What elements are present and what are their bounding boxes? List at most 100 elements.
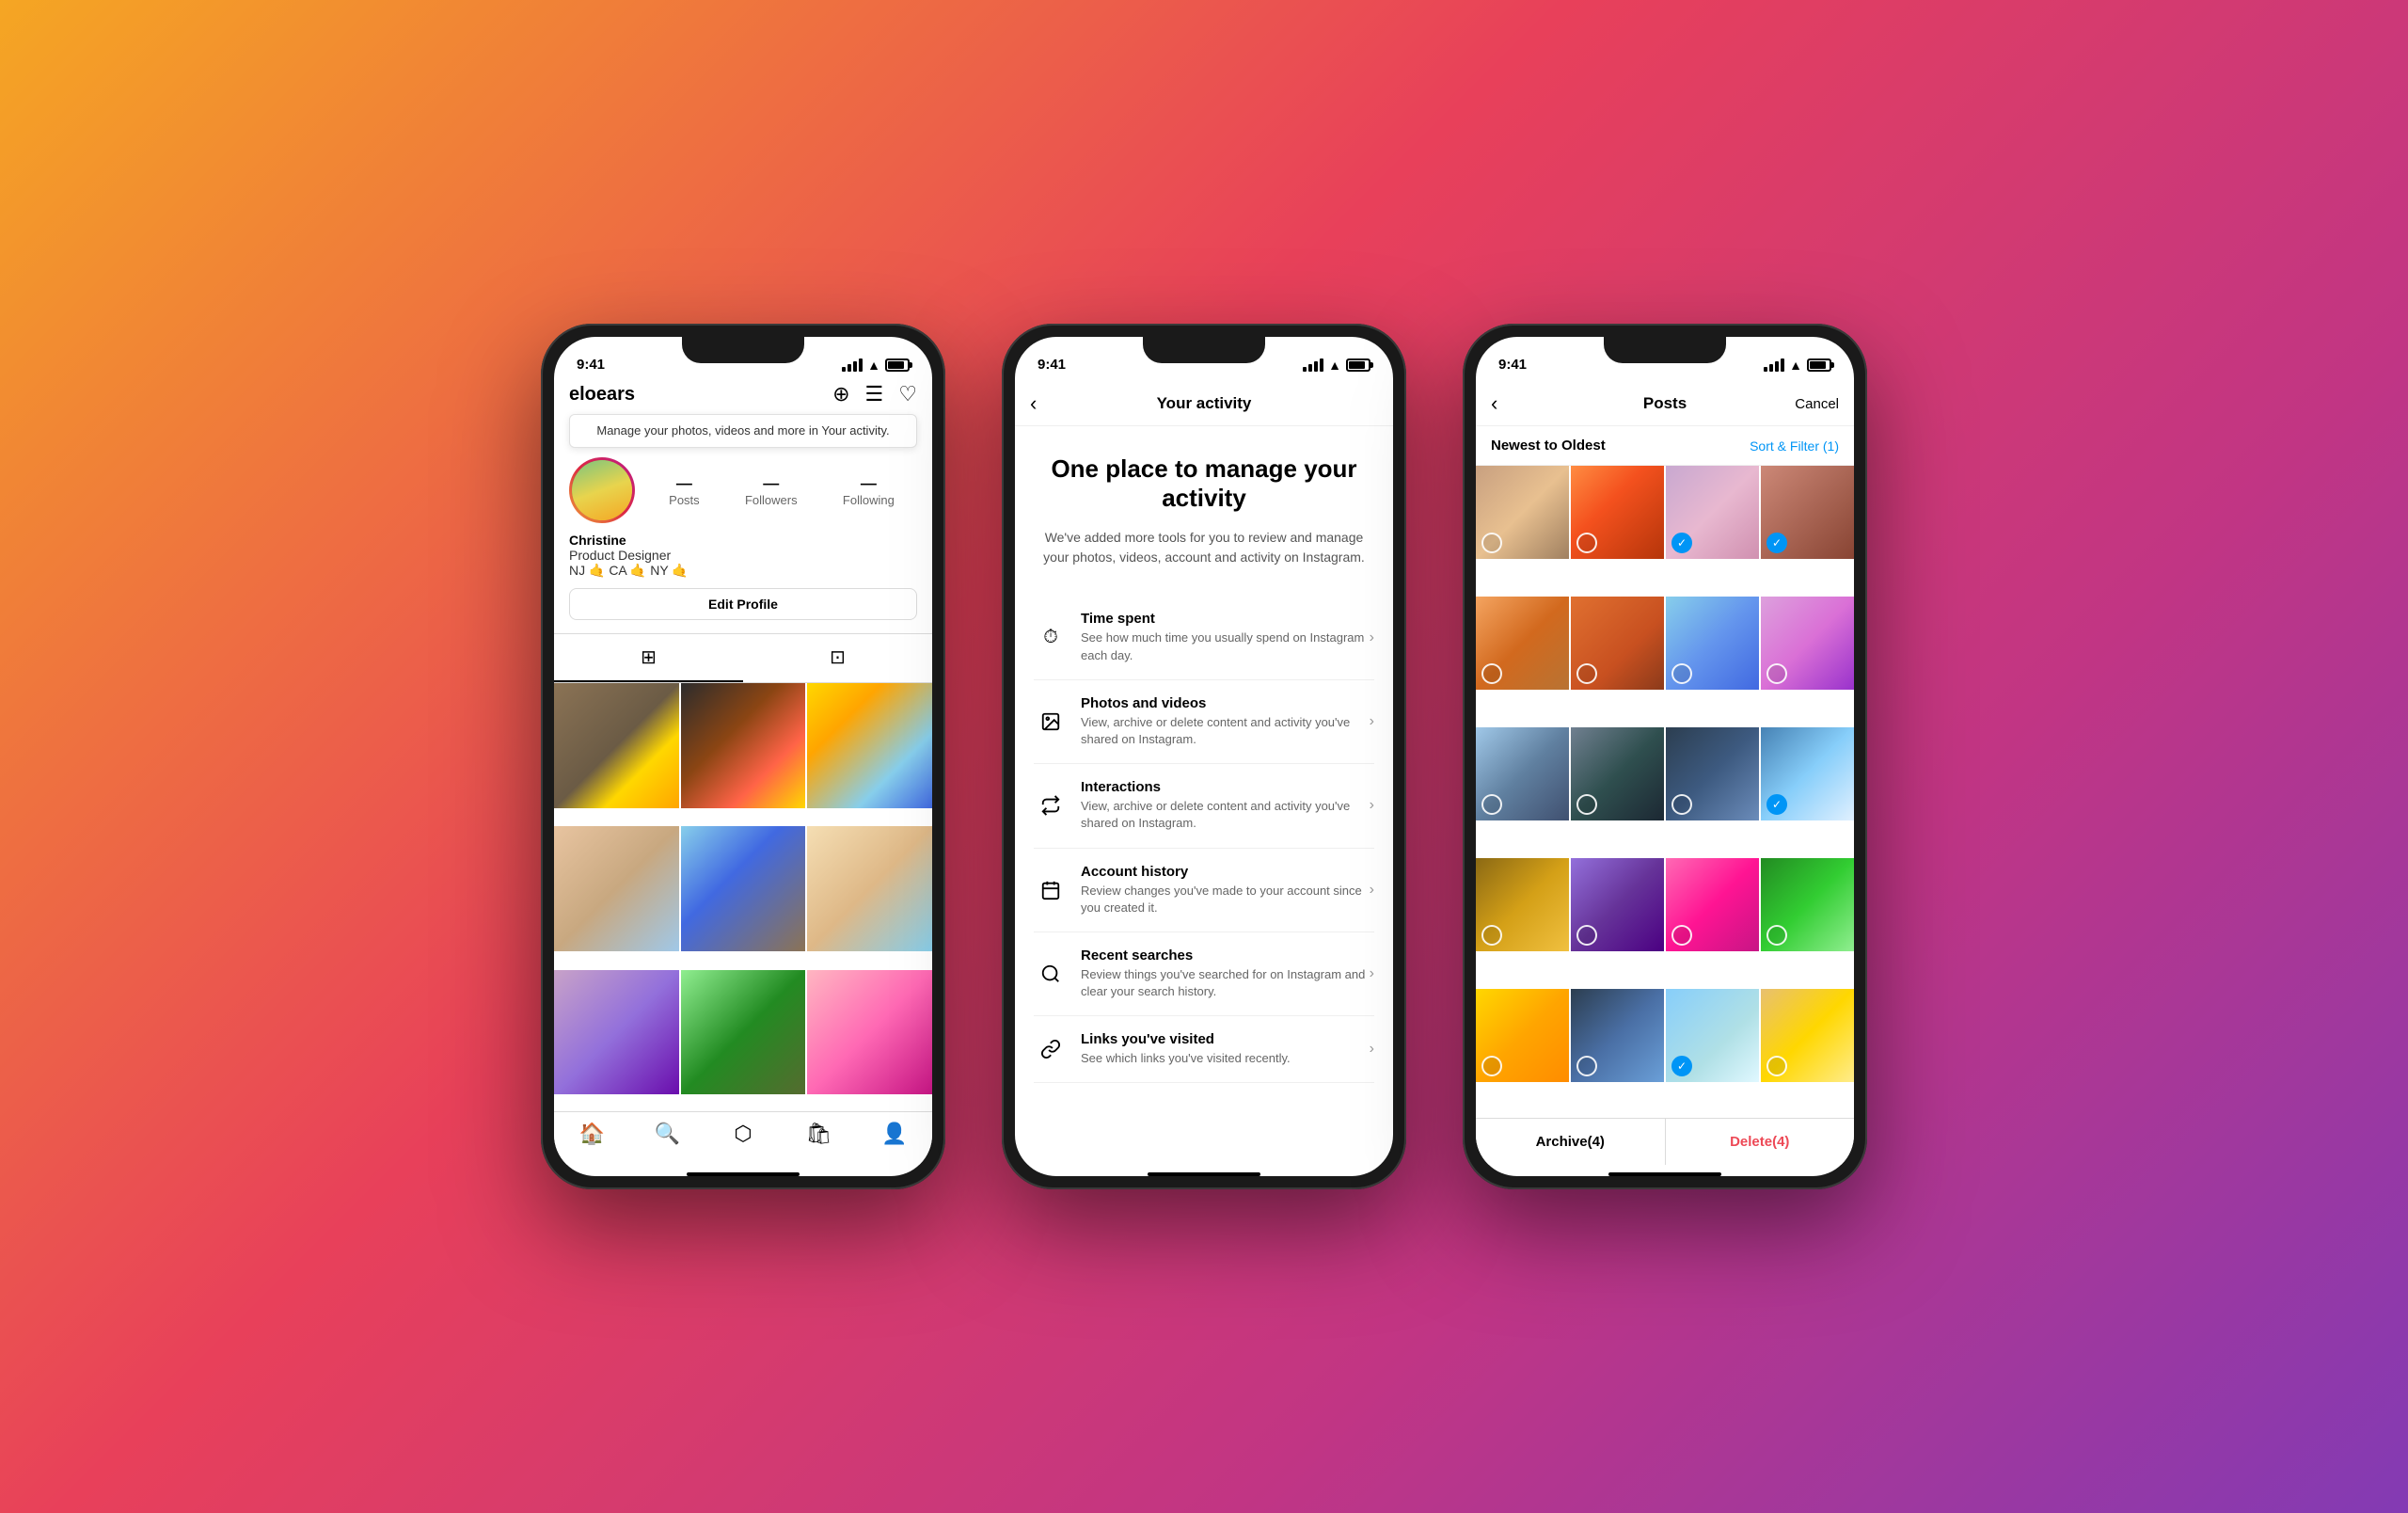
select-thumb-12[interactable]: ✓ xyxy=(1761,727,1854,820)
phone-3: 9:41 ▲ ‹ Posts Cancel Newest to xyxy=(1463,324,1867,1189)
select-circle-20 xyxy=(1766,1056,1787,1076)
post-thumb-7[interactable] xyxy=(554,970,679,1095)
archive-button[interactable]: Archive(4) xyxy=(1476,1119,1666,1165)
post-thumb-9[interactable] xyxy=(807,970,932,1095)
select-thumb-15[interactable] xyxy=(1666,858,1759,951)
activity-content: One place to manage your activity We've … xyxy=(1015,426,1393,1165)
tab-tagged[interactable]: ⊡ xyxy=(743,634,932,682)
chevron-icon-2: › xyxy=(1370,713,1374,730)
status-time-3: 9:41 xyxy=(1498,357,1527,373)
following-label: Following xyxy=(843,493,895,507)
select-thumb-6[interactable] xyxy=(1571,597,1664,690)
select-thumb-7[interactable] xyxy=(1666,597,1759,690)
select-circle-11 xyxy=(1671,794,1692,815)
activity-item-recent-searches[interactable]: Recent searches Review things you've sea… xyxy=(1034,932,1374,1016)
select-thumb-5[interactable] xyxy=(1476,597,1569,690)
bio-location: NJ 🤙 CA 🤙 NY 🤙 xyxy=(569,563,917,579)
select-circle-12: ✓ xyxy=(1766,794,1787,815)
activity-item-photos[interactable]: Photos and videos View, archive or delet… xyxy=(1034,680,1374,764)
avatar-inner xyxy=(572,460,632,520)
stat-posts: — Posts xyxy=(669,474,700,507)
activity-item-account-history[interactable]: Account history Review changes you've ma… xyxy=(1034,849,1374,932)
select-thumb-18[interactable] xyxy=(1571,989,1664,1082)
filter-label: Newest to Oldest xyxy=(1491,438,1606,454)
post-thumb-6[interactable] xyxy=(807,826,932,951)
posts-filter-bar: Newest to Oldest Sort & Filter (1) xyxy=(1476,426,1854,466)
select-thumb-16[interactable] xyxy=(1761,858,1854,951)
nav-profile[interactable]: 👤 xyxy=(857,1122,932,1146)
activity-item-links[interactable]: Links you've visited See which links you… xyxy=(1034,1016,1374,1083)
add-post-icon[interactable]: ⊕ xyxy=(832,382,849,406)
select-thumb-17[interactable] xyxy=(1476,989,1569,1082)
sort-filter-button[interactable]: Sort & Filter (1) xyxy=(1750,438,1839,454)
select-thumb-9[interactable] xyxy=(1476,727,1569,820)
edit-profile-button[interactable]: Edit Profile xyxy=(569,588,917,620)
posts-screen-header: ‹ Posts Cancel xyxy=(1476,378,1854,426)
nav-home[interactable]: 🏠 xyxy=(554,1122,629,1146)
notch-3 xyxy=(1604,337,1726,363)
account-history-title: Account history xyxy=(1081,864,1370,880)
activity-text-interactions: Interactions View, archive or delete con… xyxy=(1081,779,1370,832)
wifi-icon-3: ▲ xyxy=(1789,358,1802,373)
post-thumb-4[interactable] xyxy=(554,826,679,951)
interactions-title: Interactions xyxy=(1081,779,1370,795)
notch-1 xyxy=(682,337,804,363)
select-circle-19: ✓ xyxy=(1671,1056,1692,1076)
tab-grid[interactable]: ⊞ xyxy=(554,634,743,682)
select-circle-8 xyxy=(1766,663,1787,684)
interactions-icon xyxy=(1034,788,1068,822)
avatar-ring[interactable] xyxy=(569,457,635,523)
status-icons-1: ▲ xyxy=(842,358,910,373)
tagged-icon: ⊡ xyxy=(830,645,846,669)
recent-searches-icon xyxy=(1034,957,1068,991)
home-indicator-2 xyxy=(1148,1172,1260,1176)
nav-shop[interactable]: 🛍 xyxy=(781,1122,856,1146)
post-thumb-1[interactable] xyxy=(554,683,679,808)
stat-following: — Following xyxy=(843,474,895,507)
chevron-icon-5: › xyxy=(1370,965,1374,982)
posts-grid xyxy=(554,683,932,1111)
menu-icon[interactable]: ☰ xyxy=(865,382,884,406)
nav-reels[interactable]: ⬡ xyxy=(705,1122,781,1146)
posts-grid-select: ✓ ✓ xyxy=(1476,466,1854,1118)
bio-name: Christine xyxy=(569,533,917,548)
account-history-icon xyxy=(1034,873,1068,907)
select-thumb-1[interactable] xyxy=(1476,466,1569,559)
select-circle-7 xyxy=(1671,663,1692,684)
select-thumb-13[interactable] xyxy=(1476,858,1569,951)
phone-2-screen: 9:41 ▲ ‹ Your activity One place to m xyxy=(1015,337,1393,1176)
select-thumb-20[interactable] xyxy=(1761,989,1854,1082)
post-thumb-2[interactable] xyxy=(681,683,806,808)
select-thumb-2[interactable] xyxy=(1571,466,1664,559)
signal-icon-1 xyxy=(842,358,863,372)
select-thumb-4[interactable]: ✓ xyxy=(1761,466,1854,559)
back-button-3[interactable]: ‹ xyxy=(1491,391,1497,416)
post-thumb-3[interactable] xyxy=(807,683,932,808)
back-button-2[interactable]: ‹ xyxy=(1030,391,1037,416)
select-thumb-14[interactable] xyxy=(1571,858,1664,951)
links-desc: See which links you've visited recently. xyxy=(1081,1050,1370,1067)
select-thumb-11[interactable] xyxy=(1666,727,1759,820)
tooltip-banner[interactable]: Manage your photos, videos and more in Y… xyxy=(569,414,917,448)
activity-item-interactions[interactable]: Interactions View, archive or delete con… xyxy=(1034,764,1374,848)
select-thumb-8[interactable] xyxy=(1761,597,1854,690)
select-thumb-10[interactable] xyxy=(1571,727,1664,820)
notifications-icon[interactable]: ♡ xyxy=(898,382,917,406)
status-time-2: 9:41 xyxy=(1038,357,1066,373)
nav-search[interactable]: 🔍 xyxy=(629,1122,705,1146)
select-circle-18 xyxy=(1576,1056,1597,1076)
select-circle-6 xyxy=(1576,663,1597,684)
activity-item-time-spent[interactable]: ⏱ Time spent See how much time you usual… xyxy=(1034,596,1374,679)
links-icon xyxy=(1034,1032,1068,1066)
cancel-button[interactable]: Cancel xyxy=(1795,396,1839,412)
post-thumb-8[interactable] xyxy=(681,970,806,1095)
select-thumb-3[interactable]: ✓ xyxy=(1666,466,1759,559)
activity-text-recent-searches: Recent searches Review things you've sea… xyxy=(1081,948,1370,1000)
select-thumb-19[interactable]: ✓ xyxy=(1666,989,1759,1082)
battery-icon-1 xyxy=(885,358,910,372)
activity-hero-title: One place to manage your activity xyxy=(1034,454,1374,513)
followers-label: Followers xyxy=(745,493,798,507)
post-thumb-5[interactable] xyxy=(681,826,806,951)
select-circle-15 xyxy=(1671,925,1692,946)
delete-button[interactable]: Delete(4) xyxy=(1666,1119,1855,1165)
